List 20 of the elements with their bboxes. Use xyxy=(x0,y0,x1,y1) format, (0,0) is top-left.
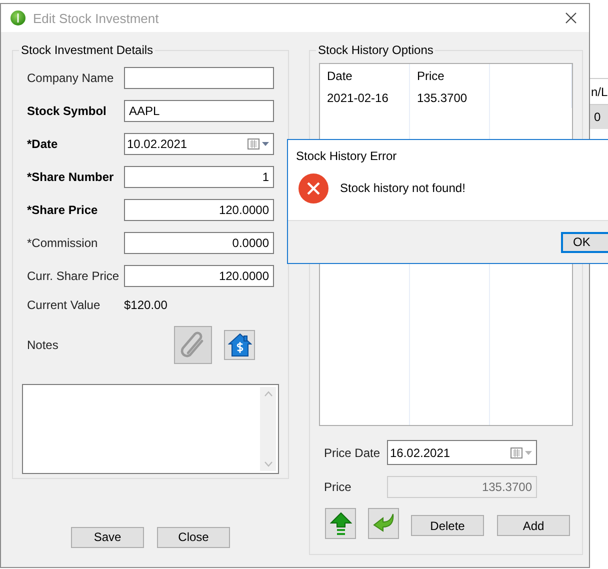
table-cell: 0 xyxy=(590,105,608,129)
window-title: Edit Stock Investment xyxy=(33,10,160,26)
field-label: *Share Number xyxy=(27,170,115,184)
field-label: *Commission xyxy=(27,236,99,250)
field-label: Company Name xyxy=(27,71,115,85)
value-text: $120.00 xyxy=(124,298,168,312)
field-label: Price xyxy=(324,480,352,494)
field-label: *Share Price xyxy=(27,203,99,217)
field-label: Price Date xyxy=(324,446,382,460)
group-title: Stock History Options xyxy=(317,43,434,57)
error-message: Stock history not found! xyxy=(340,180,466,195)
dialog-title: Stock History Error xyxy=(295,148,398,165)
table-cell: 2021-02-16 xyxy=(320,86,410,108)
field-label: *Date xyxy=(27,137,59,151)
field-label: Current Value xyxy=(27,298,102,312)
group-title: Stock Investment Details xyxy=(20,43,154,57)
field-label: Notes xyxy=(27,338,60,352)
field-label: Curr. Share Price xyxy=(27,269,120,283)
field-label: Stock Symbol xyxy=(27,104,108,118)
table-cell: 135.3700 xyxy=(410,86,490,108)
